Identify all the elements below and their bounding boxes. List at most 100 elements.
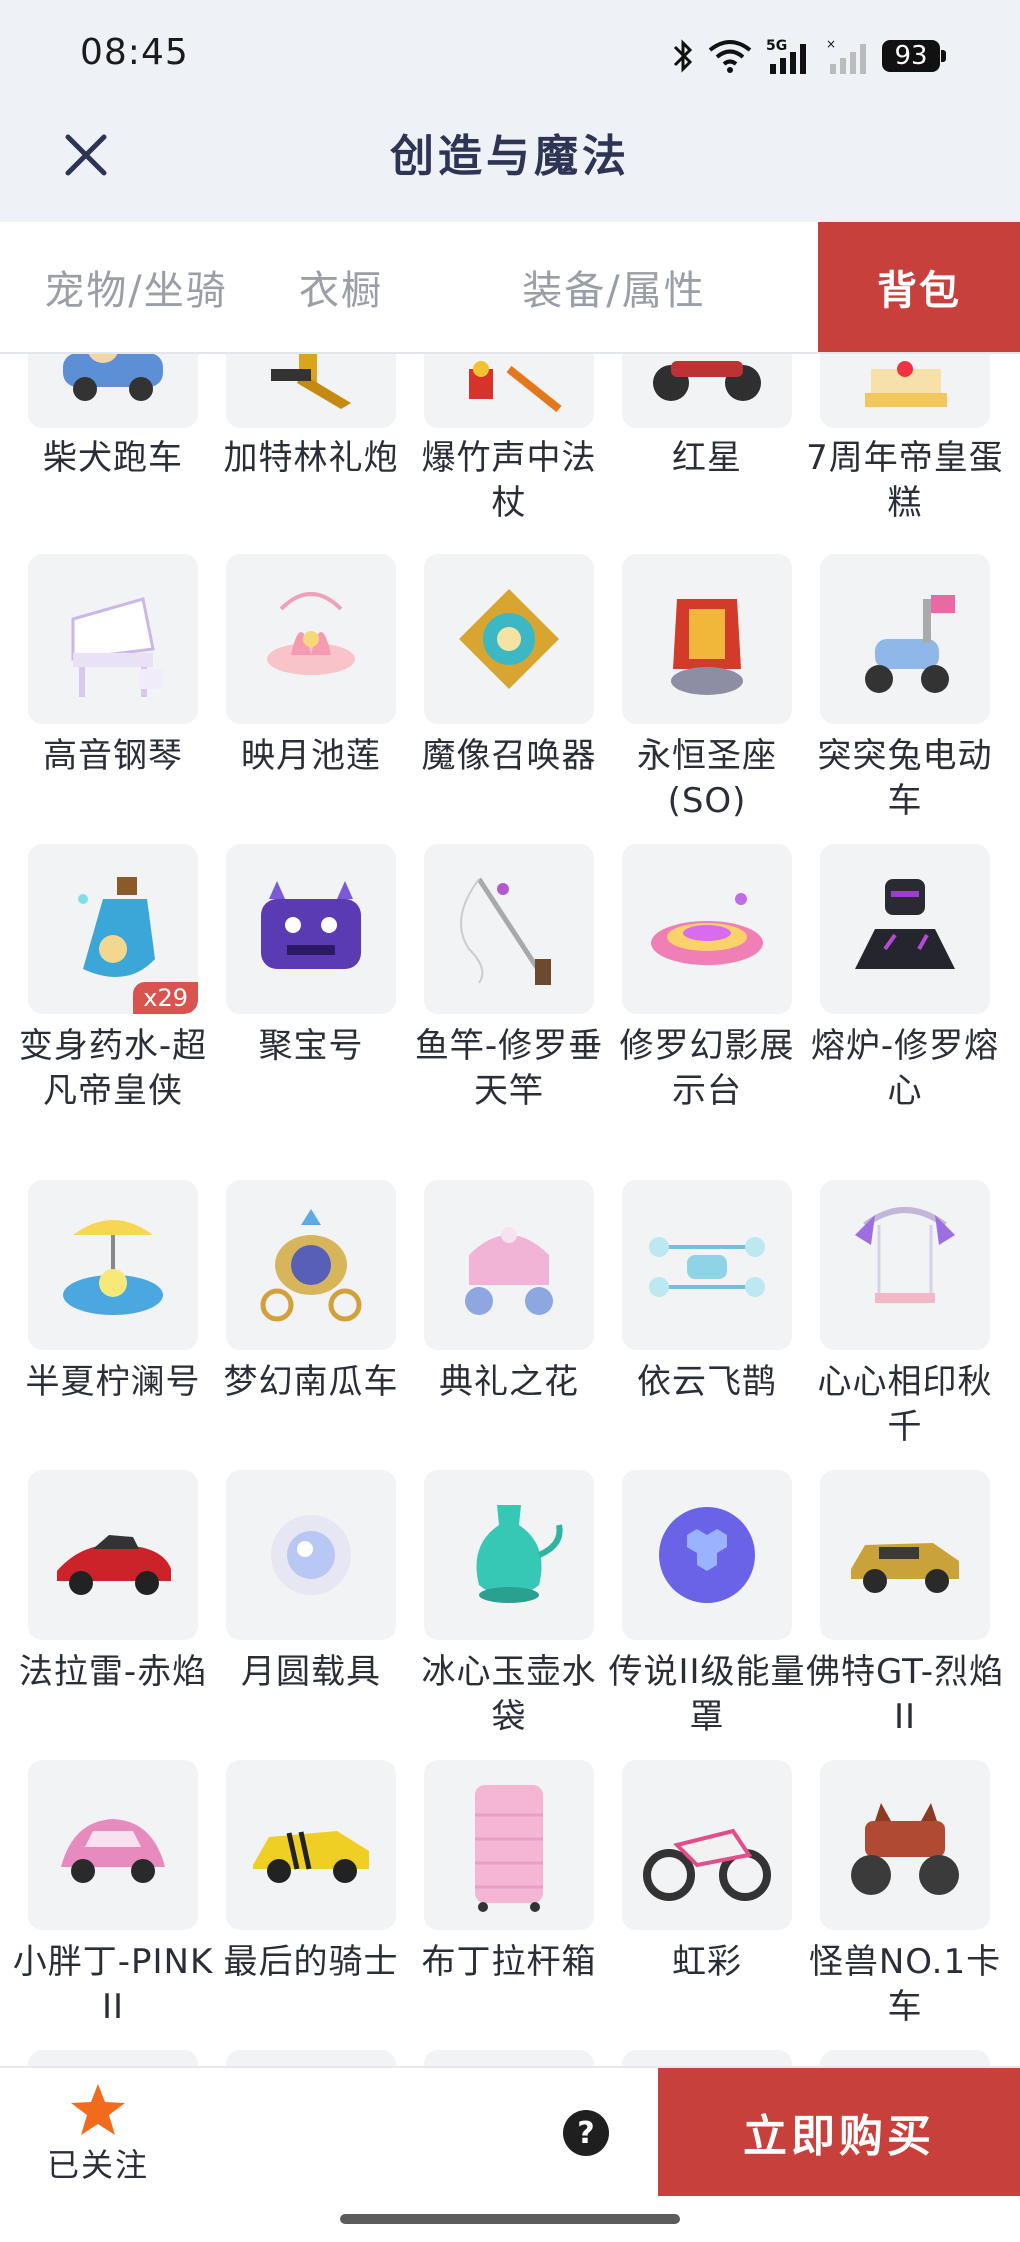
grid-item[interactable]: 怪兽NO.1卡车 [792,1760,1000,2050]
jade-pot-icon [424,1470,594,1640]
item-grid[interactable]: 柴犬跑车 加特林礼炮 爆竹声中法杖 红星 7周年帝皇蛋糕 高音钢琴 映月池莲 魔… [0,354,1020,2066]
tab-equipment[interactable]: 装备/属性 [410,222,818,352]
car-icon [28,354,198,428]
item-name: 半夏柠澜号 [25,1362,201,1402]
grid-item[interactable]: 月圆载具 [198,1470,396,1760]
item-name: 柴犬跑车 [43,438,183,478]
grid-item[interactable]: 半夏柠澜号 [0,1180,200,1470]
item-name: 红星 [672,438,742,478]
item-name: 布丁拉杆箱 [421,1942,597,1982]
grid-item-partial [792,2050,990,2066]
grid-item[interactable]: 冰心玉壶水袋 [396,1470,596,1760]
monster-truck-icon [820,1760,990,1930]
grid-item[interactable]: 梦幻南瓜车 [198,1180,398,1470]
carriage-icon [226,1180,396,1350]
display-stand-icon [622,844,792,1014]
item-name: 虹彩 [672,1942,742,1982]
grid-item[interactable]: x29 变身药水-超凡帝皇侠 [0,844,206,1180]
energy-shield-icon [622,1470,792,1640]
grid-item[interactable]: 依云飞鹊 [594,1180,792,1470]
item-name: 佛特GT-烈焰II [805,1652,1005,1737]
grid-item[interactable]: 映月池莲 [198,554,396,844]
grid-item[interactable]: 法拉雷-赤焰 [0,1470,206,1760]
grid-item-partial [0,2050,198,2066]
network-label: 5G [766,38,787,54]
quantity-badge: x29 [133,982,198,1014]
item-name: 聚宝号 [258,1026,364,1066]
status-bar: 08:45 5G × 93 [0,0,1020,110]
item-name: 最后的骑士 [223,1942,399,1982]
wifi-icon [706,38,754,74]
grid-item[interactable]: 修罗幻影展示台 [594,844,794,1180]
scooter-icon [820,554,990,724]
grid-item[interactable]: 最后的骑士 [198,1760,398,2050]
grid-item[interactable]: 永恒圣座(SO) [594,554,792,844]
grid-item[interactable]: 爆竹声中法杖 [396,354,596,554]
grid-item[interactable]: 红星 [594,354,792,554]
item-name: 熔炉-修罗熔心 [810,1026,1000,1111]
header: 创造与魔法 [0,110,1020,222]
staff-icon [424,354,594,428]
grid-item[interactable]: 加特林礼炮 [198,354,398,554]
item-name: 魔像召唤器 [421,736,597,776]
grid-item[interactable]: 布丁拉杆箱 [396,1760,596,2050]
grid-item[interactable]: 虹彩 [594,1760,792,2050]
throne-icon [622,554,792,724]
item-name: 突突兔电动车 [817,736,993,821]
item-name: 依云飞鹊 [637,1362,777,1402]
follow-button[interactable]: 已关注 [38,2082,158,2192]
summoner-icon [424,554,594,724]
fishing-rod-icon [424,844,594,1014]
bluetooth-icon [672,38,694,74]
help-button[interactable]: ? [563,2110,609,2156]
grid-item[interactable]: 心心相印秋千 [792,1180,992,1470]
sports-car-icon [28,1470,198,1640]
grid-item[interactable]: 高音钢琴 [0,554,198,844]
grid-item[interactable]: 传说II级能量罩 [594,1470,805,1760]
monster-vehicle-icon [226,844,396,1014]
item-name: 心心相印秋千 [817,1362,993,1447]
grid-item[interactable]: 小胖丁-PINK II [0,1760,212,2050]
page-title: 创造与魔法 [390,131,630,182]
grid-item[interactable]: 佛特GT-烈焰II [792,1470,1003,1760]
grid-item[interactable]: 突突兔电动车 [792,554,992,844]
follow-label: 已关注 [46,2146,149,2184]
tab-pets-mounts[interactable]: 宠物/坐骑 [0,222,272,352]
grid-item[interactable]: 柴犬跑车 [0,354,198,554]
grid-item-partial [594,2050,792,2066]
category-tabs: 宠物/坐骑 衣橱 装备/属性 背包 [0,222,1020,354]
status-icons: 5G × 93 [672,32,946,80]
potion-icon: x29 [28,844,198,1014]
item-name: 变身药水-超凡帝皇侠 [18,1026,208,1111]
muscle-car-icon [226,1760,396,1930]
buy-now-button[interactable]: 立即购买 [658,2068,1020,2196]
item-name: 修罗幻影展示台 [619,1026,795,1111]
tab-wardrobe[interactable]: 衣橱 [272,222,410,352]
item-name: 加特林礼炮 [223,438,399,478]
cannon-icon [226,354,396,428]
battery-icon: 93 [882,40,946,72]
svg-text:×: × [826,37,836,51]
item-name: 传说II级能量罩 [608,1652,806,1737]
piano-icon [28,554,198,724]
grid-item[interactable]: 7周年帝皇蛋糕 [792,354,1003,554]
grid-item[interactable]: 魔像召唤器 [396,554,596,844]
sport-bike-icon [622,1760,792,1930]
signal-5g-icon: 5G [766,36,814,76]
grid-item-partial [198,2050,396,2066]
vintage-car-icon [820,1470,990,1640]
suitcase-icon [424,1760,594,1930]
grid-item[interactable]: 鱼竿-修罗垂天竿 [396,844,602,1180]
swing-icon [820,1180,990,1350]
cake-icon [820,354,990,428]
grid-item[interactable]: 聚宝号 [198,844,396,1180]
grid-item[interactable]: 典礼之花 [396,1180,594,1470]
item-name: 梦幻南瓜车 [223,1362,399,1402]
grid-item[interactable]: 熔炉-修罗熔心 [792,844,998,1180]
home-indicator[interactable] [340,2214,680,2224]
item-name: 7周年帝皇蛋糕 [806,438,1004,523]
beetle-car-icon [28,1760,198,1930]
tab-backpack[interactable]: 背包 [818,222,1020,352]
lotus-icon [226,554,396,724]
item-name: 鱼竿-修罗垂天竿 [414,1026,604,1111]
